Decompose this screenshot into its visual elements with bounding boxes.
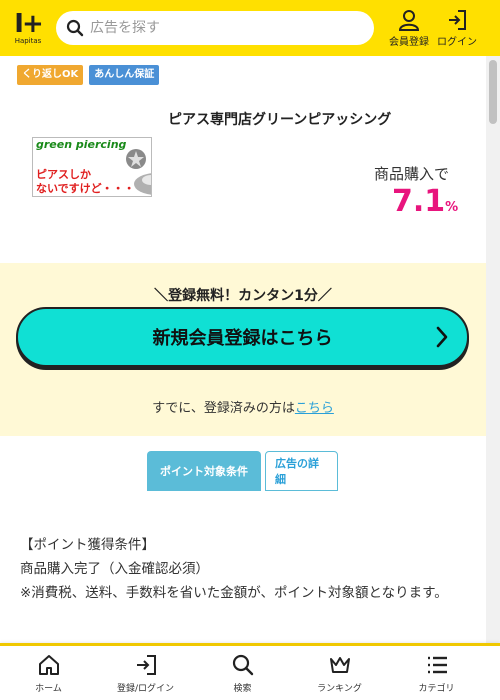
chevron-right-icon: [436, 326, 448, 348]
reward-value: 7.1%: [392, 183, 458, 227]
login-label: ログイン: [437, 36, 477, 48]
existing-member-line: すでに、登録済みの方はこちら: [0, 397, 486, 416]
logo-text: Hapitas: [14, 37, 42, 45]
nav-search[interactable]: 検索: [194, 646, 291, 700]
search-icon: [232, 654, 253, 675]
product-image-line2: ないですけど・・・: [36, 182, 135, 195]
list-icon: [427, 656, 447, 673]
search-input[interactable]: [90, 20, 350, 36]
reward-number: 7.1: [392, 184, 446, 219]
bottom-nav: ホーム 登録/ログイン 検索 ランキング カテゴリ: [0, 643, 500, 700]
product-image: green piercing ピアスしか ないですけど・・・: [32, 137, 152, 197]
nav-login[interactable]: 登録/ログイン: [97, 646, 194, 700]
register-cta-label: 新規会員登録はこちら: [152, 328, 333, 349]
crown-icon: [329, 656, 350, 673]
conditions-line1: 商品購入完了（入金確認必須）: [20, 561, 209, 577]
login-button[interactable]: ログイン: [436, 4, 478, 52]
repeat-ok-badge: くり返しOK: [17, 65, 84, 85]
search-box[interactable]: [56, 11, 374, 45]
nav-category-label: カテゴリ: [418, 683, 455, 694]
point-conditions: 【ポイント獲得条件】 商品購入完了（入金確認必須） ※消費税、送料、手数料を省い…: [20, 533, 470, 605]
scrollbar-thumb[interactable]: [489, 60, 497, 124]
register-label: 会員登録: [389, 36, 429, 48]
conditions-line2: ※消費税、送料、手数料を省いた金額が、ポイント対象額となります。: [20, 585, 448, 601]
reward-label: 商品購入で: [374, 165, 450, 183]
product-image-brand: green piercing: [36, 138, 127, 151]
logo-mark: I+: [14, 9, 44, 39]
login-link[interactable]: こちら: [295, 401, 334, 416]
tab-ad-details[interactable]: 広告の詳細: [265, 451, 338, 491]
detail-tabs: ポイント対象条件 広告の詳細: [147, 451, 338, 491]
nav-search-label: 検索: [233, 683, 252, 694]
hapitas-logo[interactable]: I+ Hapitas: [10, 8, 46, 48]
login-icon: [136, 654, 156, 675]
registration-catchphrase: ＼登録無料！カンタン1分／: [154, 288, 332, 304]
nav-ranking[interactable]: ランキング: [291, 646, 388, 700]
search-icon: [66, 19, 84, 37]
scrollbar[interactable]: [486, 56, 500, 644]
header: I+ Hapitas 会員登録 ログイン: [0, 0, 500, 56]
conditions-heading: 【ポイント獲得条件】: [20, 537, 155, 553]
badges: くり返しOK あんしん保証: [17, 65, 160, 85]
register-cta-button[interactable]: 新規会員登録はこちら: [16, 307, 469, 367]
existing-member-text: すでに、登録済みの方は: [152, 401, 295, 416]
nav-login-label: 登録/ログイン: [116, 683, 175, 694]
home-icon: [38, 654, 59, 675]
tab-point-conditions[interactable]: ポイント対象条件: [147, 451, 261, 491]
guarantee-badge: あんしん保証: [89, 65, 160, 85]
nav-ranking-label: ランキング: [317, 683, 362, 694]
nav-category[interactable]: カテゴリ: [388, 646, 485, 700]
nav-home[interactable]: ホーム: [0, 646, 97, 700]
login-icon: [449, 9, 466, 30]
nav-home-label: ホーム: [35, 683, 62, 694]
reward-unit: %: [445, 200, 459, 215]
user-icon: [398, 9, 420, 31]
registration-section: ＼登録無料！カンタン1分／ 新規会員登録はこちら すでに、登録済みの方はこちら: [0, 263, 486, 436]
product-name: ピアス専門店グリーンピアッシング: [168, 112, 392, 128]
register-button[interactable]: 会員登録: [388, 4, 430, 52]
